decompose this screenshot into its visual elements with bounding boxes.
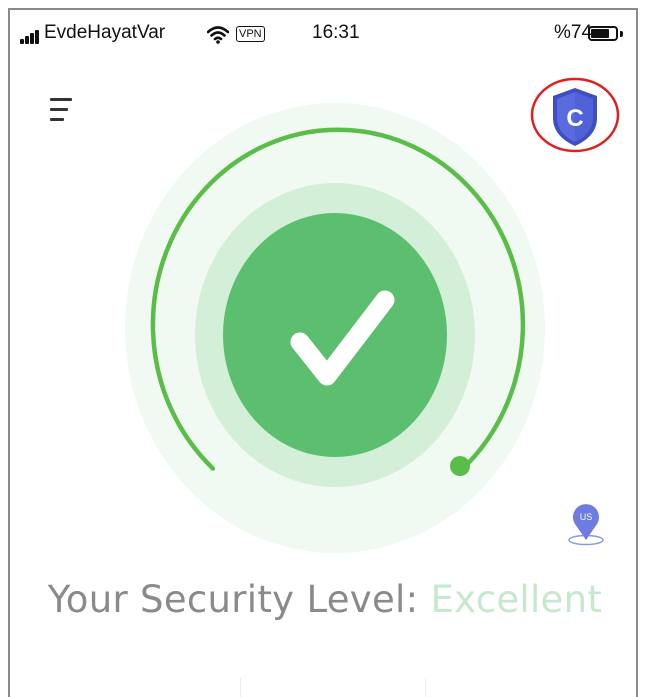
security-level-value: Excellent	[430, 578, 603, 621]
comodo-shield-icon: C	[553, 88, 597, 146]
battery-percentage: %74	[554, 22, 593, 43]
vpn-badge: VPN	[236, 26, 265, 42]
status-bar: EvdeHayatVar VPN 16:31 %74	[10, 10, 636, 56]
location-country-code: US	[580, 512, 593, 522]
menu-button[interactable]	[50, 98, 78, 124]
app-screen: EvdeHayatVar VPN 16:31 %74 C US Your Sec…	[8, 8, 638, 697]
carrier-name: EvdeHayatVar	[44, 22, 166, 43]
security-level-separator: :	[405, 578, 419, 621]
security-level-text: Your Security Level: Excellent	[10, 578, 636, 621]
gauge-inner-circle	[223, 213, 447, 457]
bottom-divider	[425, 678, 426, 697]
battery-fill	[591, 29, 609, 38]
battery-icon	[588, 26, 618, 41]
wifi-icon	[207, 26, 229, 44]
bottom-divider	[240, 678, 241, 697]
security-gauge	[125, 103, 545, 553]
location-pin-icon	[573, 504, 599, 540]
security-level-label: Your Security Level	[47, 578, 406, 621]
shield-letter: C	[566, 105, 583, 132]
cellular-signal-icon	[20, 30, 42, 44]
status-time: 16:31	[312, 22, 360, 43]
battery-tip	[620, 31, 623, 37]
gauge-progress-knob	[450, 456, 470, 476]
location-pin-button[interactable]: US	[566, 498, 606, 546]
